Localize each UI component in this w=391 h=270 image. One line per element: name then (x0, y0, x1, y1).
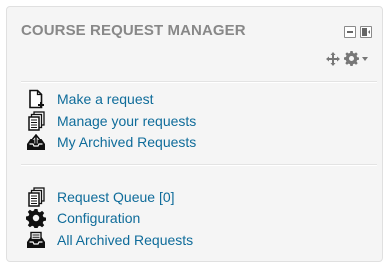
menu-item-label[interactable]: Configuration (57, 210, 140, 226)
move-arrows-icon[interactable] (326, 52, 340, 66)
course-request-manager-block: COURSE REQUEST MANAGER Make a request Ma… (6, 6, 383, 262)
menu-item-label[interactable]: Request Queue [0] (57, 189, 175, 205)
menu-item-make-request[interactable]: Make a request (26, 89, 154, 109)
gear-icon (26, 209, 46, 228)
block-title: COURSE REQUEST MANAGER (21, 22, 246, 39)
menu-item-configuration[interactable]: Configuration (26, 208, 140, 228)
menu-item-label[interactable]: My Archived Requests (57, 134, 196, 150)
caret-down-icon[interactable] (362, 57, 368, 61)
archive-tray-icon (27, 231, 45, 248)
divider (21, 81, 377, 83)
documents-stack-icon (28, 111, 45, 131)
gear-icon[interactable] (344, 51, 360, 67)
divider (21, 164, 377, 166)
menu-item-label[interactable]: All Archived Requests (57, 232, 193, 248)
menu-item-request-queue[interactable]: Request Queue [0] (26, 187, 175, 207)
dock-left-icon[interactable] (360, 26, 372, 38)
minus-box-icon[interactable] (344, 26, 356, 38)
menu-item-all-archived-requests[interactable]: All Archived Requests (26, 230, 193, 250)
menu-item-my-archived-requests[interactable]: My Archived Requests (26, 132, 196, 152)
documents-stack-icon (28, 187, 45, 207)
menu-item-manage-requests[interactable]: Manage your requests (26, 111, 196, 131)
menu-item-label[interactable]: Manage your requests (57, 113, 196, 129)
new-document-icon (29, 89, 44, 109)
archive-upload-icon (27, 132, 45, 150)
menu-item-label[interactable]: Make a request (57, 91, 154, 107)
